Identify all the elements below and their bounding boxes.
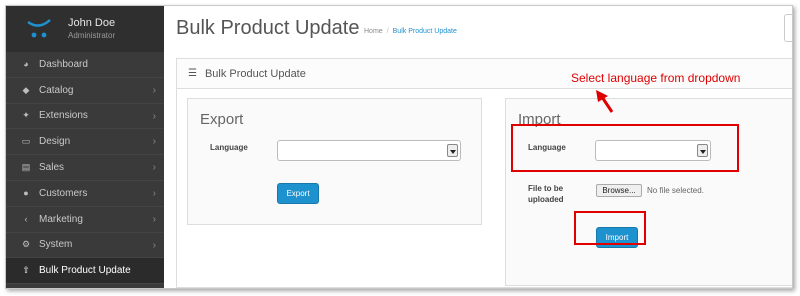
sidebar-item-label: Sales (39, 162, 65, 174)
export-language-select[interactable] (277, 140, 461, 161)
sidebar-item-label: Customers (39, 187, 88, 199)
sidebar-item-dashboard[interactable]: ◕ Dashboard (6, 52, 164, 78)
browse-button[interactable]: Browse... (596, 184, 642, 197)
sidebar-item-label: Design (39, 136, 71, 148)
user-icon: ● (23, 188, 29, 199)
chevron-right-icon: › (152, 110, 156, 122)
file-upload-label-line1: File to be (528, 184, 564, 193)
file-status: No file selected. (647, 186, 704, 195)
sidebar-item-sales[interactable]: ▤ Sales › (6, 155, 164, 181)
sidebar-item-label: System (39, 239, 73, 251)
sidebar-item-extensions[interactable]: ✦ Extensions › (6, 104, 164, 130)
tag-icon: ◆ (22, 84, 30, 95)
sidebar-item-label: Marketing (39, 213, 83, 225)
sidebar-item-label: Extensions (39, 110, 88, 122)
screenshot-frame: John Doe Administrator ◕ Dashboard ◆ Catalo… (5, 5, 793, 289)
chevron-right-icon: › (152, 136, 156, 148)
file-upload-label: File to be uploaded (528, 183, 564, 205)
chevron-right-icon: › (152, 84, 156, 96)
opencart-logo-icon (27, 19, 51, 38)
breadcrumb-home[interactable]: Home (364, 28, 383, 35)
file-upload-label-line2: uploaded (528, 195, 564, 204)
user-profile[interactable]: John Doe Administrator (6, 6, 164, 52)
sidebar-item-design[interactable]: ▭ Design › (6, 129, 164, 156)
user-role: Administrator (68, 31, 116, 40)
export-section: Export Language Export (187, 98, 482, 225)
breadcrumb-current[interactable]: Bulk Product Update (393, 28, 457, 35)
export-language-label: Language (210, 143, 248, 152)
share-icon: ‹ (24, 214, 28, 225)
cart-icon: ▤ (21, 162, 31, 173)
language-highlight-box (511, 124, 739, 172)
dashboard-icon: ◕ (23, 59, 29, 70)
breadcrumb-separator: / (386, 28, 389, 35)
sidebar-item-label: Dashboard (39, 58, 88, 70)
panel-title: Bulk Product Update (204, 67, 306, 80)
sidebar-item-catalog[interactable]: ◆ Catalog › (6, 78, 164, 104)
import-button-highlight-box (574, 211, 646, 245)
sidebar-item-bulk-product-update[interactable]: ⇧ Bulk Product Update (6, 258, 164, 285)
chevron-right-icon: › (152, 239, 156, 251)
upload-icon: ⇧ (22, 265, 30, 276)
list-icon: ☰ (188, 68, 197, 79)
annotation-arrow-icon (596, 90, 614, 113)
sidebar-item-label: Catalog (39, 84, 74, 96)
sidebar-item-customers[interactable]: ● Customers › (6, 181, 164, 207)
chevron-right-icon: › (152, 162, 156, 174)
chevron-right-icon: › (152, 187, 156, 199)
export-button[interactable]: Export (277, 183, 319, 204)
sidebar-item-system[interactable]: ⚙ System › (6, 233, 164, 259)
user-name: John Doe (68, 17, 116, 29)
page-title: Bulk Product Update (176, 17, 360, 39)
export-title: Export (200, 111, 244, 128)
header-button-edge[interactable] (784, 14, 792, 42)
bulk-update-panel: ☰ Bulk Product Update Export Language Ex… (176, 58, 792, 288)
sidebar-nav: ◕ Dashboard ◆ Catalog › ✦ Extensions › ▭ Design › ▤… (6, 52, 164, 285)
monitor-icon: ▭ (21, 136, 31, 147)
sidebar-item-marketing[interactable]: ‹ Marketing › (6, 207, 164, 233)
gear-icon: ⚙ (21, 239, 31, 250)
chevron-down-icon[interactable] (447, 144, 458, 157)
puzzle-icon: ✦ (22, 110, 30, 121)
chevron-right-icon: › (152, 213, 156, 225)
annotation-text: Select language from dropdown (571, 71, 741, 85)
breadcrumb: Home / Bulk Product Update (364, 28, 457, 35)
sidebar-item-label: Bulk Product Update (39, 265, 131, 277)
sidebar: John Doe Administrator ◕ Dashboard ◆ Catalo… (6, 6, 164, 288)
